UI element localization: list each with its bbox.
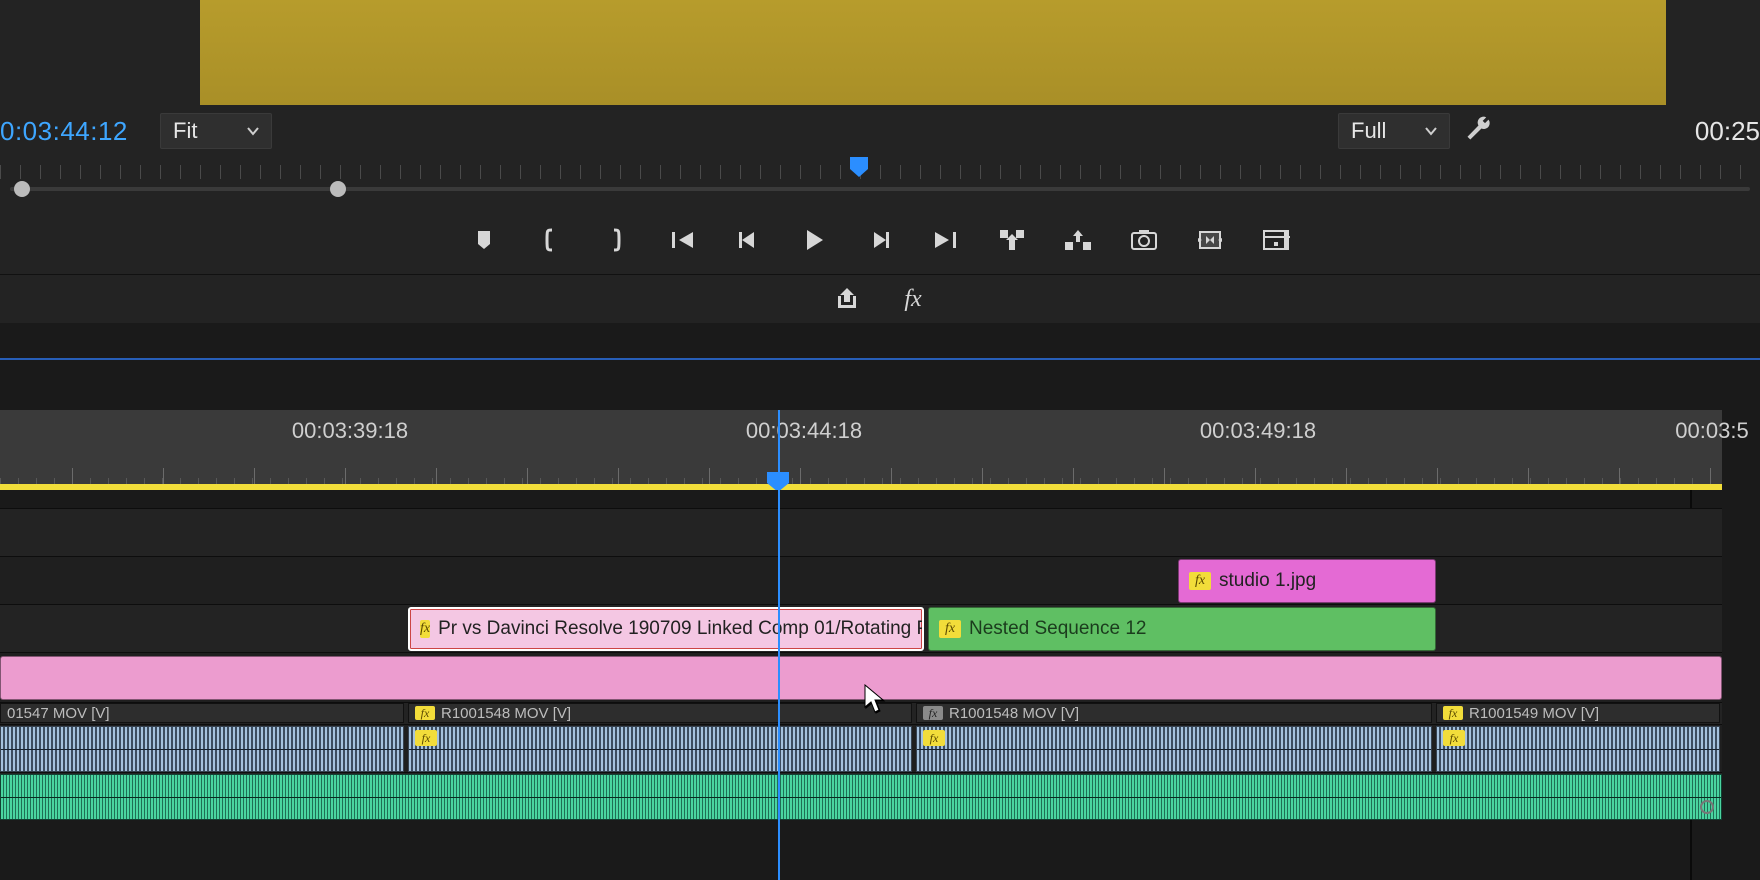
monitor-zoom-track[interactable] [10,187,1750,191]
track-v4[interactable] [0,508,1722,556]
chevron-down-icon [1423,123,1439,139]
export-frame-icon[interactable] [1128,224,1160,256]
mark-out-icon[interactable] [600,224,632,256]
clip-label: Pr vs Davinci Resolve 190709 Linked Comp… [438,618,924,640]
fx-badge-icon: fx [923,730,945,746]
audio-clip-music[interactable] [0,774,1722,820]
extract-icon[interactable] [1062,224,1094,256]
video-clip-a[interactable]: 01547 MOV [V] [0,703,404,723]
timeline-ruler-labels: 00:03:39:18 00:03:44:18 00:03:49:18 00:0… [0,418,1722,448]
fx-badge-icon: fx [415,730,437,746]
video-clip-c[interactable]: fx R1001548 MOV [V] [916,703,1432,723]
step-forward-icon[interactable] [864,224,896,256]
fx-badge-icon: fx [1443,706,1463,720]
audio-clip[interactable]: fx [1436,726,1720,772]
comparison-view-icon[interactable] [1194,224,1226,256]
scroll-handle-bottom-icon[interactable] [1700,800,1714,814]
timeline-ruler[interactable]: 00:03:39:18 00:03:44:18 00:03:49:18 00:0… [0,410,1722,490]
video-clip-d[interactable]: fx R1001549 MOV [V] [1436,703,1720,723]
track-a1[interactable]: fx fx fx [0,724,1722,772]
ruler-major-ticks [0,450,1722,486]
clip-label: 01547 MOV [V] [7,705,110,722]
clip-nested-sequence[interactable]: fx Nested Sequence 12 [928,607,1436,651]
timeline-playhead-line[interactable] [778,410,780,490]
timeline-tracks: fx studio 1.jpg fx Pr vs Davinci Resolve… [0,490,1722,880]
playhead-timecode[interactable]: 0:03:44:12 [0,105,128,157]
add-marker-icon[interactable] [468,224,500,256]
zoom-level-select[interactable]: Fit [160,113,272,149]
fx-badge-icon: fx [939,620,961,638]
fx-badge-icon[interactable]: fx [897,283,929,315]
ruler-label: 00:03:5 [1675,418,1748,444]
mouse-cursor-icon [864,684,886,719]
go-to-out-icon[interactable] [930,224,962,256]
step-back-icon[interactable] [732,224,764,256]
lift-icon[interactable] [996,224,1028,256]
clip-rotating-price[interactable]: fx Pr vs Davinci Resolve 190709 Linked C… [408,607,924,651]
monitor-zoom-handle-right[interactable] [330,181,346,197]
clip-label: R1001548 MOV [V] [441,705,571,722]
track-a2[interactable] [0,772,1722,820]
settings-wrench-icon[interactable] [1464,115,1492,143]
ruler-label: 00:03:49:18 [1200,418,1316,444]
track-v2[interactable]: fx Pr vs Davinci Resolve 190709 Linked C… [0,604,1722,652]
fx-badge-icon: fx [1189,572,1211,590]
mark-in-icon[interactable] [534,224,566,256]
clip-label: Nested Sequence 12 [969,618,1146,640]
clip-studio1[interactable]: fx studio 1.jpg [1178,559,1436,603]
program-monitor-area [0,0,1760,105]
fx-badge-icon: fx [1443,730,1465,746]
track-video-thin[interactable]: 01547 MOV [V] fx R1001548 MOV [V] fx R10… [0,702,1722,724]
zoom-level-label: Fit [173,118,197,144]
ruler-label: 00:03:44:18 [746,418,862,444]
export-icon[interactable] [831,283,863,315]
monitor-control-bar: 0:03:44:12 Fit Full 00:25 [0,105,1760,157]
monitor-ruler-ticks [0,157,1760,187]
chevron-down-icon [245,123,261,139]
clip-label: R1001548 MOV [V] [949,705,1079,722]
program-monitor-frame [200,0,1666,105]
monitor-zoom-handle-left[interactable] [14,181,30,197]
fx-badge-icon: fx [923,706,943,720]
clip-label: R1001549 MOV [V] [1469,705,1599,722]
playback-resolution-label: Full [1351,118,1386,144]
duration-timecode: 00:25 [1695,105,1760,157]
video-clip-b[interactable]: fx R1001548 MOV [V] [408,703,912,723]
track-v3[interactable]: fx studio 1.jpg [0,556,1722,604]
button-editor-icon[interactable] [1260,224,1292,256]
fx-badge-icon: fx [415,706,435,720]
audio-clip[interactable]: fx [916,726,1432,772]
track-v1[interactable] [0,652,1722,702]
clip-base-pink[interactable] [0,656,1722,700]
go-to-in-icon[interactable] [666,224,698,256]
audio-clip[interactable]: fx [408,726,912,772]
timeline-panel-gap [0,360,1760,410]
ruler-label: 00:03:39:18 [292,418,408,444]
fx-badge-icon: fx [420,620,430,638]
clip-label: studio 1.jpg [1219,570,1316,592]
play-icon[interactable] [798,224,830,256]
playback-resolution-select[interactable]: Full [1338,113,1450,149]
monitor-time-ruler[interactable] [0,157,1760,205]
transport-controls [0,205,1760,275]
audio-clip[interactable] [0,726,404,772]
timeline-playhead-line[interactable] [778,490,780,880]
transport-controls-secondary: fx [0,275,1760,323]
